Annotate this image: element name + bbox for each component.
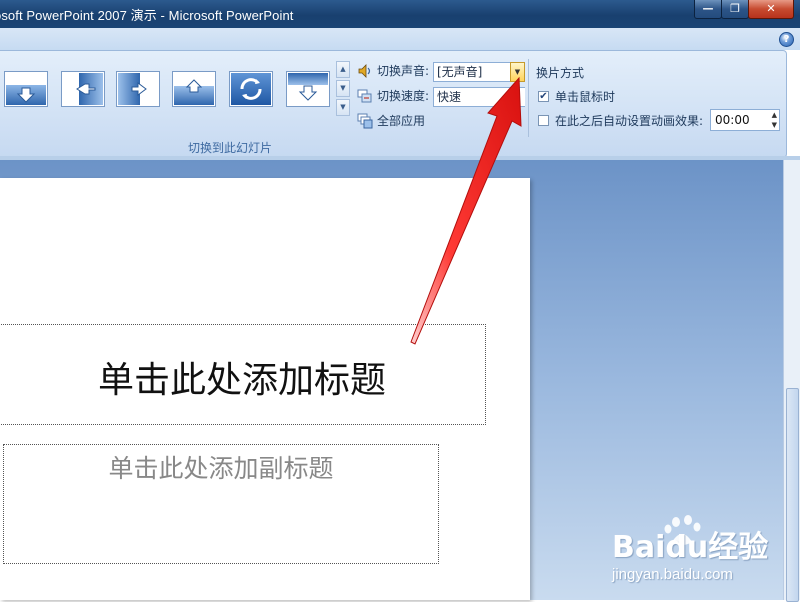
watermark-url: jingyan.baidu.com (612, 566, 733, 583)
close-button[interactable]: ✕ (748, 0, 794, 19)
minimize-button[interactable]: — (694, 0, 722, 19)
on-click-checkbox[interactable]: ✔ (538, 91, 549, 102)
advance-slide-title: 换片方式 (536, 66, 585, 80)
window-controls: — ❐ ✕ (694, 0, 794, 19)
baidu-watermark: Baidu经验 jingyan.baidu.com (612, 514, 782, 584)
push-left-icon (63, 73, 103, 105)
transition-cover-down-button[interactable] (286, 71, 330, 107)
gallery-scroll-up-icon[interactable]: ▲ (336, 61, 350, 78)
push-down-icon (6, 73, 46, 105)
rotate-icon (231, 73, 271, 105)
transition-speed-row: 切换速度: (357, 87, 429, 104)
group-separator (528, 59, 529, 137)
help-icon[interactable]: ? (779, 32, 794, 47)
auto-after-time-value: 00:00 (715, 113, 750, 127)
apply-all-button[interactable]: 全部应用 (357, 112, 425, 129)
vertical-scrollbar[interactable] (783, 160, 800, 602)
window-title: osoft PowerPoint 2007 演示 - Microsoft Pow… (0, 8, 294, 23)
speed-value: 快速 (437, 90, 462, 104)
push-up-icon (174, 73, 214, 105)
chevron-down-icon[interactable]: ▼ (510, 62, 525, 82)
on-click-label: 单击鼠标时 (555, 90, 616, 104)
scrollbar-thumb[interactable] (786, 388, 799, 602)
cover-down-icon (288, 73, 328, 105)
speed-icon (357, 89, 372, 102)
sound-label: 切换声音: (377, 64, 430, 78)
transition-rotate-button[interactable] (229, 71, 273, 107)
auto-after-time-input[interactable]: 00:00 ▲ ▼ (710, 109, 780, 131)
transition-sound-row: 切换声音: (357, 62, 429, 79)
ribbon-transitions: ▲ ▼ ▼ 切换到此幻灯片 切换声音: [无声音] ▼ 切换速度: 快速 全部应… (0, 50, 787, 158)
transition-push-down-button[interactable] (4, 71, 48, 107)
watermark-brand: Baidu经验 (612, 530, 769, 565)
speed-label: 切换速度: (377, 89, 430, 103)
auto-after-label: 在此之后自动设置动画效果: (555, 114, 704, 128)
title-bar: osoft PowerPoint 2007 演示 - Microsoft Pow… (0, 0, 800, 28)
transition-sound-dropdown[interactable]: [无声音] ▼ (433, 62, 525, 82)
sound-value: [无声音] (437, 65, 483, 79)
apply-all-icon (357, 113, 373, 128)
ribbon-tab-row: ? (0, 28, 800, 50)
transition-push-left-button[interactable] (61, 71, 105, 107)
group-label: 切换到此幻灯片 (187, 141, 272, 155)
gallery-scroll-down-icon[interactable]: ▼ (336, 80, 350, 97)
subtitle-placeholder-text: 单击此处添加副标题 (108, 454, 334, 483)
push-right-icon (118, 73, 158, 105)
title-placeholder[interactable]: 单击此处添加标题 (0, 324, 486, 425)
gallery-scroll: ▲ ▼ ▼ (336, 61, 350, 118)
gallery-more-icon[interactable]: ▼ (336, 99, 350, 116)
transition-speed-dropdown[interactable]: 快速 (433, 87, 525, 107)
transition-push-up-button[interactable] (172, 71, 216, 107)
restore-button[interactable]: ❐ (721, 0, 749, 19)
subtitle-placeholder[interactable]: 单击此处添加副标题 (3, 444, 439, 564)
apply-all-label: 全部应用 (377, 114, 426, 128)
transition-push-right-button[interactable] (116, 71, 160, 107)
sound-icon (358, 63, 371, 78)
on-click-row: ✔ 单击鼠标时 (538, 88, 615, 105)
title-placeholder-text: 单击此处添加标题 (97, 360, 386, 401)
auto-after-checkbox[interactable] (538, 115, 549, 126)
spinner-icon[interactable]: ▲ ▼ (772, 110, 777, 130)
auto-after-row: 在此之后自动设置动画效果: (538, 112, 703, 129)
